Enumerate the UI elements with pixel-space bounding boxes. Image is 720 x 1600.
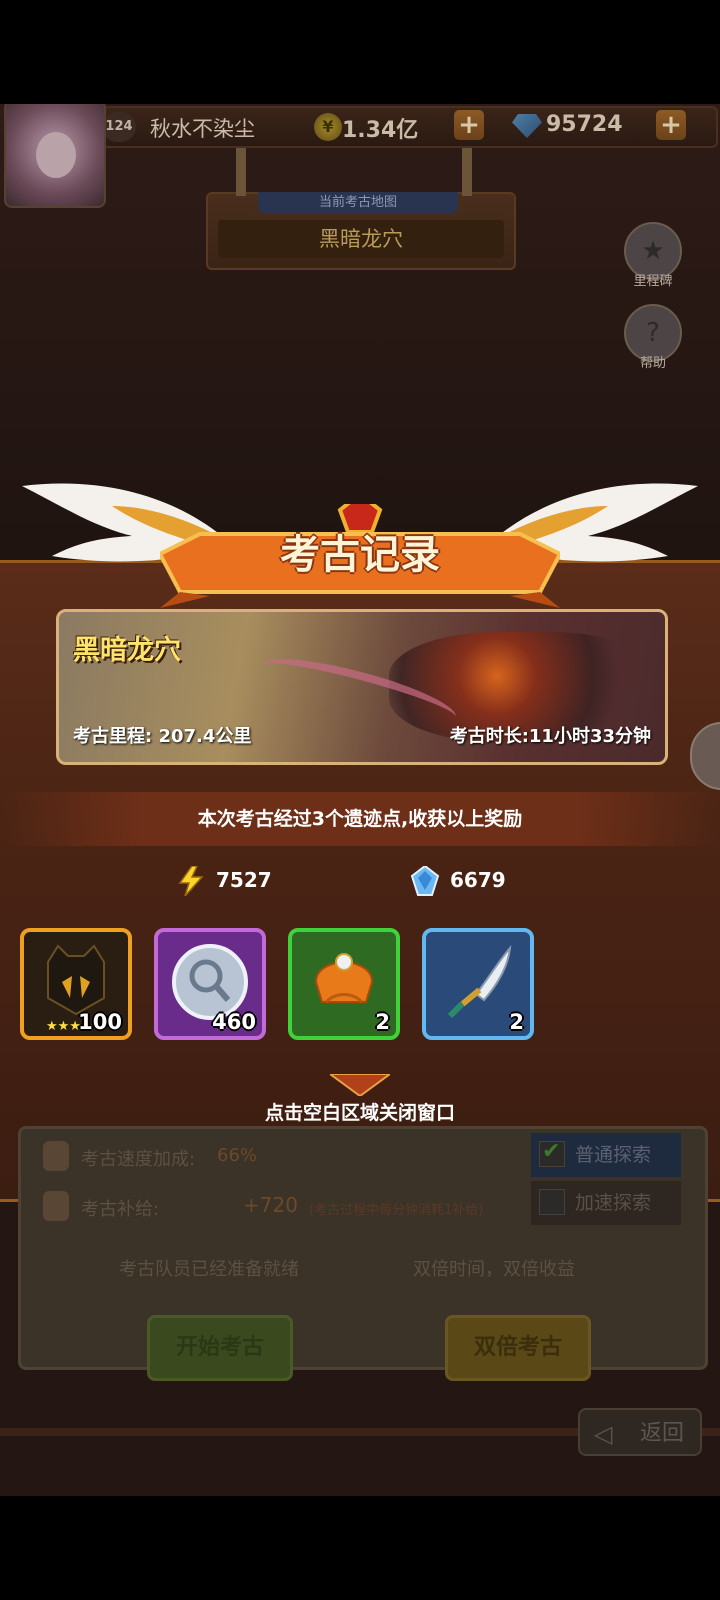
double-expedition-button[interactable]: 双倍考古 [445, 1315, 591, 1381]
duration-text: 考古时长:11小时33分钟 [449, 726, 651, 747]
ready-text: 考古队员已经准备就绪 [119, 1259, 299, 1280]
add-gold-button[interactable]: + [454, 110, 484, 140]
speed-value: 66% [217, 1145, 258, 1166]
supply-label: 考古补给: [81, 1199, 160, 1220]
gold-coin-icon: ¥ [314, 113, 342, 141]
reward-summary: 本次考古经过3个遗迹点,收获以上奖励 [197, 808, 523, 830]
expedition-panel: 考古速度加成: 66% 考古补给: +720 (考古过程中每分钟消耗1补给) ✔… [18, 1126, 708, 1381]
player-name: 秋水不染尘 [150, 117, 255, 141]
item-count: 460 [212, 1010, 256, 1034]
item-count: 100 [78, 1010, 122, 1034]
item-count: 2 [375, 1010, 390, 1034]
sign-rope-right [462, 148, 472, 196]
reward-item-magnifier[interactable]: 460 [154, 928, 266, 1040]
checkbox-empty-icon [539, 1189, 565, 1215]
panel-pointer-icon [330, 1074, 390, 1096]
start-expedition-button[interactable]: 开始考古 [147, 1315, 293, 1381]
lightning-value: 7527 [216, 868, 272, 892]
supply-note: (考古过程中每分钟消耗1补给) [309, 1203, 484, 1218]
avatar-face [36, 132, 76, 178]
gold-amount: 1.34亿 [342, 118, 419, 143]
add-diamond-button[interactable]: + [656, 110, 686, 140]
boot-icon [43, 1141, 69, 1171]
tab-fast-explore[interactable]: 加速探索 [531, 1181, 681, 1225]
checkbox-checked-icon: ✔ [539, 1139, 565, 1167]
tab-normal-label: 普通探索 [575, 1144, 652, 1166]
help-button[interactable]: ? 帮助 [624, 304, 682, 371]
reward-item-turban[interactable]: 2 [288, 928, 400, 1040]
game-screen: 124 秋水不染尘 ¥ 1.34亿 + 95724 + 当前考古地图 黑暗龙穴 … [0, 104, 720, 1496]
back-label: 返回 [639, 1421, 684, 1446]
milestone-button[interactable]: ★ 里程碑 [624, 222, 682, 289]
help-label: 帮助 [639, 356, 666, 371]
dagger-icon [447, 944, 512, 1019]
map-card: 黑暗龙穴 考古里程: 207.4公里 考古时长:11小时33分钟 [56, 609, 668, 765]
record-title: 考古记录 [280, 532, 440, 578]
back-button[interactable]: ◁ 返回 [578, 1408, 702, 1456]
double-text: 双倍时间，双倍收益 [413, 1259, 575, 1280]
distance-text: 考古里程: 207.4公里 [73, 726, 252, 747]
tab-normal-explore[interactable]: ✔ 普通探索 [531, 1133, 681, 1177]
hero-soul-icon [47, 944, 105, 1016]
reward-item-dagger[interactable]: 2 [422, 928, 534, 1040]
top-resource-bar: 124 秋水不染尘 ¥ 1.34亿 + 95724 + [100, 106, 718, 148]
crystal-icon [410, 866, 440, 896]
turban-icon [314, 953, 374, 1004]
speed-label: 考古速度加成: [81, 1149, 196, 1170]
tab-fast-label: 加速探索 [575, 1192, 652, 1214]
player-avatar[interactable] [4, 104, 106, 208]
map-card-name: 黑暗龙穴 [73, 635, 181, 666]
lightning-icon [178, 866, 204, 896]
current-map-sign: 当前考古地图 黑暗龙穴 [206, 148, 516, 270]
diamond-amount: 95724 [546, 112, 623, 137]
sign-rope-left [236, 148, 246, 196]
current-map-name: 黑暗龙穴 [218, 220, 504, 258]
diamond-icon [512, 114, 542, 138]
supply-value: +720 [243, 1193, 298, 1217]
milestone-label: 里程碑 [633, 274, 673, 289]
back-arrow-icon: ◁ [594, 1420, 613, 1448]
current-map-label: 当前考古地图 [258, 192, 458, 214]
crystal-value: 6679 [450, 868, 506, 892]
item-count: 2 [509, 1010, 524, 1034]
player-level: 124 [102, 112, 136, 142]
supply-icon [43, 1191, 69, 1221]
close-hint: 点击空白区域关闭窗口 [264, 1102, 455, 1124]
reward-item-hero-soul[interactable]: ★★★★ 100 [20, 928, 132, 1040]
